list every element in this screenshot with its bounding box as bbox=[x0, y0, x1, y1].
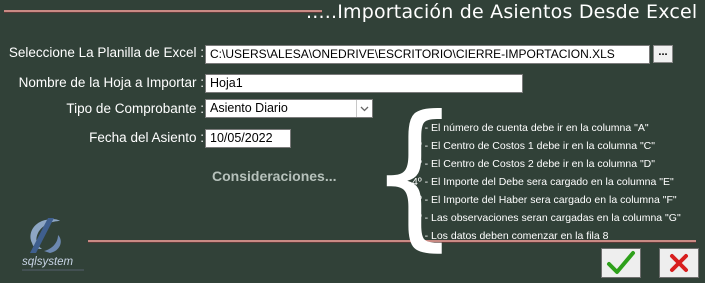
list-item: 3º - El Centro de Costos 2 debe ir en la… bbox=[412, 158, 655, 170]
list-item: 7º - Los datos deben comenzar en la fila… bbox=[412, 230, 609, 242]
sqlsystem-logo: sqlsystem bbox=[18, 213, 88, 275]
x-icon bbox=[670, 254, 688, 272]
considerations-heading: Consideraciones... bbox=[212, 168, 337, 184]
list-item: 1º - El número de cuenta debe ir en la c… bbox=[412, 122, 649, 134]
checkmark-icon bbox=[607, 251, 635, 274]
browse-button[interactable]: ... bbox=[653, 45, 673, 63]
list-item: 6º - Las observaciones seran cargadas en… bbox=[412, 212, 681, 224]
planilla-label: Seleccione La Planilla de Excel : bbox=[8, 45, 204, 60]
planilla-path-field[interactable]: C:\USERS\ALESA\ONEDRIVE\ESCRITORIO\CIERR… bbox=[205, 45, 650, 64]
dialog-title: .....Importación de Asientos Desde Excel bbox=[306, 1, 698, 23]
hoja-label: Nombre de la Hoja a Importar : bbox=[18, 75, 204, 90]
cancel-button[interactable] bbox=[659, 248, 699, 278]
list-item: 2º - El Centro de Costos 1 debe ir en la… bbox=[412, 140, 655, 152]
tipo-comprobante-select[interactable]: Asiento Diario bbox=[205, 99, 373, 118]
accept-button[interactable] bbox=[601, 248, 641, 278]
tipo-label: Tipo de Comprobante : bbox=[66, 101, 204, 116]
top-divider bbox=[4, 10, 322, 12]
svg-text:sqlsystem: sqlsystem bbox=[22, 256, 74, 268]
list-item: 5º - El Importe del Haber sera cargado e… bbox=[412, 194, 677, 206]
fecha-label: Fecha del Asiento : bbox=[89, 130, 204, 145]
list-item: 4º - El Importe del Debe sera cargado en… bbox=[412, 176, 674, 188]
considerations-list: 1º - El número de cuenta debe ir en la c… bbox=[412, 119, 681, 245]
tipo-selected-value: Asiento Diario bbox=[210, 101, 288, 115]
hoja-name-field[interactable]: Hoja1 bbox=[205, 74, 523, 93]
fecha-asiento-field[interactable]: 10/05/2022 bbox=[205, 129, 291, 148]
